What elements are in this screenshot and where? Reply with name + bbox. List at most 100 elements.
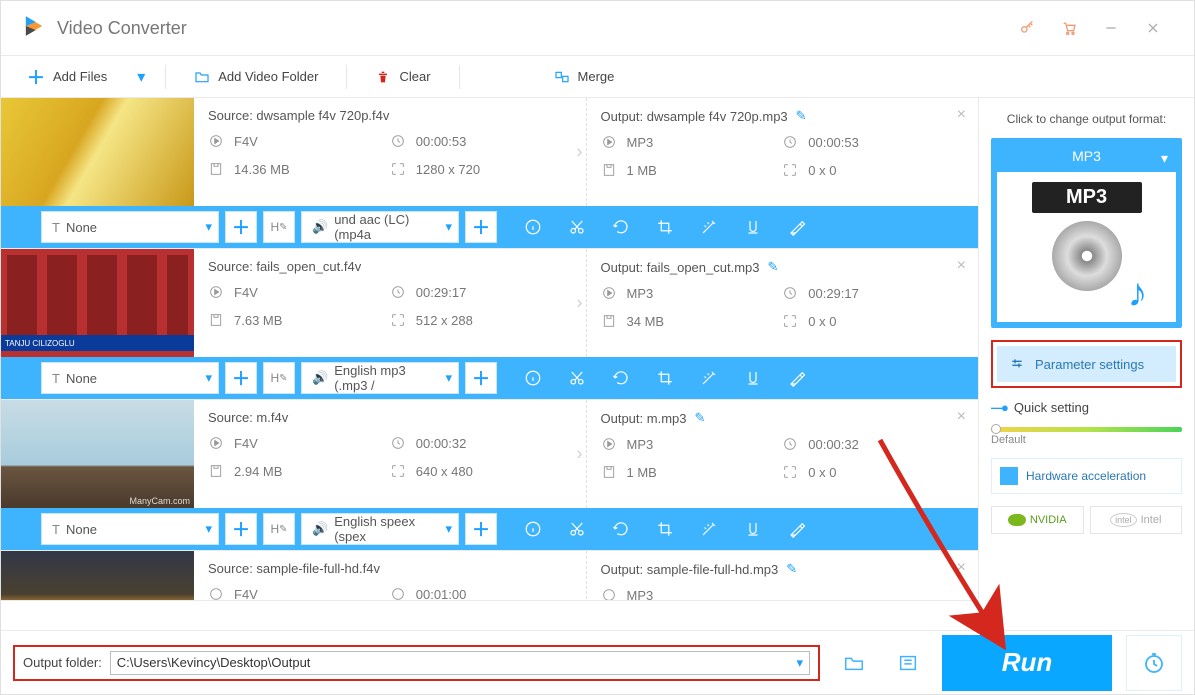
watermark-icon[interactable]: [731, 206, 775, 248]
remove-item-button[interactable]: ×: [957, 106, 966, 124]
output-label: Output: dwsample f4v 720p.mp3: [601, 109, 788, 124]
add-audio-button[interactable]: ＋: [465, 513, 497, 545]
intel-badge: intelIntel: [1090, 506, 1183, 534]
file-item: Source: sample-file-full-hd.f4v F4V 00:0…: [1, 551, 978, 601]
edit-all-icon[interactable]: [775, 508, 819, 550]
app-logo: Video Converter: [21, 13, 187, 44]
audio-select[interactable]: 🔊English mp3 (.mp3 /▾: [301, 362, 459, 394]
remove-item-button[interactable]: ×: [957, 559, 966, 577]
output-folder-highlight: Output folder: C:\Users\Kevincy\Desktop\…: [13, 645, 820, 681]
arrow-icon: ›: [577, 142, 583, 163]
remove-item-button[interactable]: ×: [957, 257, 966, 275]
video-thumbnail[interactable]: ManyCam.com: [1, 400, 194, 508]
effects-icon[interactable]: [687, 357, 731, 399]
video-thumbnail[interactable]: [1, 551, 194, 601]
cart-icon[interactable]: [1048, 8, 1090, 48]
subtitle-select[interactable]: TNone▾: [41, 513, 219, 545]
file-item: Source: dwsample f4v 720p.f4v F4V 00:00:…: [1, 98, 978, 249]
parameter-settings-highlight: Parameter settings: [991, 340, 1182, 388]
arrow-icon: ›: [577, 293, 583, 314]
crop-icon[interactable]: [643, 508, 687, 550]
cut-icon[interactable]: [555, 206, 599, 248]
rename-icon[interactable]: ✎: [786, 561, 797, 577]
edit-bar: TNone▾ ＋ H✎ 🔊English speex (spex▾ ＋: [1, 508, 978, 550]
info-icon[interactable]: [511, 357, 555, 399]
add-subtitle-button[interactable]: ＋: [225, 513, 257, 545]
video-thumbnail[interactable]: TANJU CILIZOGLU: [1, 249, 194, 357]
mp3-format-icon: MP3 ♪: [1032, 182, 1142, 312]
run-button[interactable]: Run: [942, 635, 1112, 691]
arrow-icon: ›: [577, 444, 583, 465]
source-label: Source: sample-file-full-hd.f4v: [208, 561, 572, 576]
clear-label: Clear: [399, 69, 430, 84]
output-folder-input[interactable]: C:\Users\Kevincy\Desktop\Output ▾: [110, 651, 810, 675]
quick-setting[interactable]: —● Quick setting: [991, 400, 1182, 415]
add-subtitle-button[interactable]: ＋: [225, 362, 257, 394]
output-format-hint: Click to change output format:: [991, 112, 1182, 126]
add-subtitle-button[interactable]: ＋: [225, 211, 257, 243]
info-icon[interactable]: [511, 508, 555, 550]
quality-slider[interactable]: Default: [991, 427, 1182, 446]
source-label: Source: dwsample f4v 720p.f4v: [208, 108, 572, 123]
edit-all-icon[interactable]: [775, 206, 819, 248]
rotate-icon[interactable]: [599, 357, 643, 399]
add-files-dropdown[interactable]: ▾: [129, 67, 153, 87]
rename-icon[interactable]: ✎: [768, 259, 779, 275]
crop-icon[interactable]: [643, 206, 687, 248]
video-thumbnail[interactable]: [1, 98, 194, 206]
clear-button[interactable]: Clear: [359, 65, 446, 89]
app-title: Video Converter: [57, 18, 187, 39]
parameter-settings-button[interactable]: Parameter settings: [997, 346, 1176, 382]
add-folder-button[interactable]: Add Video Folder: [178, 65, 334, 89]
arrow-icon: ›: [577, 595, 583, 602]
info-icon[interactable]: [511, 206, 555, 248]
watermark-icon[interactable]: [731, 357, 775, 399]
merge-label: Merge: [578, 69, 615, 84]
subtitle-edit-button[interactable]: H✎: [263, 362, 295, 394]
format-dropdown-icon[interactable]: ▾: [1161, 150, 1168, 167]
schedule-button[interactable]: [1126, 635, 1182, 691]
add-folder-label: Add Video Folder: [218, 69, 318, 84]
browse-folder-button[interactable]: [834, 643, 874, 683]
subtitle-select[interactable]: TNone▾: [41, 211, 219, 243]
cut-icon[interactable]: [555, 508, 599, 550]
subtitle-edit-button[interactable]: H✎: [263, 513, 295, 545]
hardware-acceleration[interactable]: Hardware acceleration: [991, 458, 1182, 494]
audio-select[interactable]: 🔊English speex (spex▾: [301, 513, 459, 545]
watermark-icon[interactable]: [731, 508, 775, 550]
add-audio-button[interactable]: ＋: [465, 211, 497, 243]
output-label: Output: sample-file-full-hd.mp3: [601, 562, 779, 577]
close-button[interactable]: [1132, 8, 1174, 48]
output-label: Output: m.mp3: [601, 411, 687, 426]
file-item: ManyCam.com Source: m.f4v F4V 00:00:32 2…: [1, 400, 978, 551]
effects-icon[interactable]: [687, 508, 731, 550]
minimize-button[interactable]: [1090, 8, 1132, 48]
footer: Output folder: C:\Users\Kevincy\Desktop\…: [1, 630, 1194, 694]
toolbar: ＋Add Files ▾ Add Video Folder Clear Merg…: [1, 56, 1194, 98]
add-files-button[interactable]: ＋Add Files: [11, 60, 123, 94]
register-icon[interactable]: [1006, 8, 1048, 48]
subtitle-select[interactable]: TNone▾: [41, 362, 219, 394]
chip-icon: [1000, 467, 1018, 485]
cut-icon[interactable]: [555, 357, 599, 399]
remove-item-button[interactable]: ×: [957, 408, 966, 426]
source-label: Source: fails_open_cut.f4v: [208, 259, 572, 274]
add-files-label: Add Files: [53, 69, 107, 84]
output-format-selector[interactable]: MP3▾ MP3 ♪: [991, 138, 1182, 328]
output-folder-dropdown[interactable]: ▾: [796, 655, 803, 671]
edit-all-icon[interactable]: [775, 357, 819, 399]
open-output-list[interactable]: [888, 643, 928, 683]
effects-icon[interactable]: [687, 206, 731, 248]
output-label: Output: fails_open_cut.mp3: [601, 260, 760, 275]
audio-select[interactable]: 🔊und aac (LC) (mp4a▾: [301, 211, 459, 243]
rename-icon[interactable]: ✎: [796, 108, 807, 124]
crop-icon[interactable]: [643, 357, 687, 399]
rename-icon[interactable]: ✎: [694, 410, 705, 426]
merge-button[interactable]: Merge: [538, 65, 631, 89]
edit-bar: TNone▾ ＋ H✎ 🔊English mp3 (.mp3 /▾ ＋: [1, 357, 978, 399]
add-audio-button[interactable]: ＋: [465, 362, 497, 394]
rotate-icon[interactable]: [599, 508, 643, 550]
subtitle-edit-button[interactable]: H✎: [263, 211, 295, 243]
file-item: TANJU CILIZOGLU Source: fails_open_cut.f…: [1, 249, 978, 400]
rotate-icon[interactable]: [599, 206, 643, 248]
